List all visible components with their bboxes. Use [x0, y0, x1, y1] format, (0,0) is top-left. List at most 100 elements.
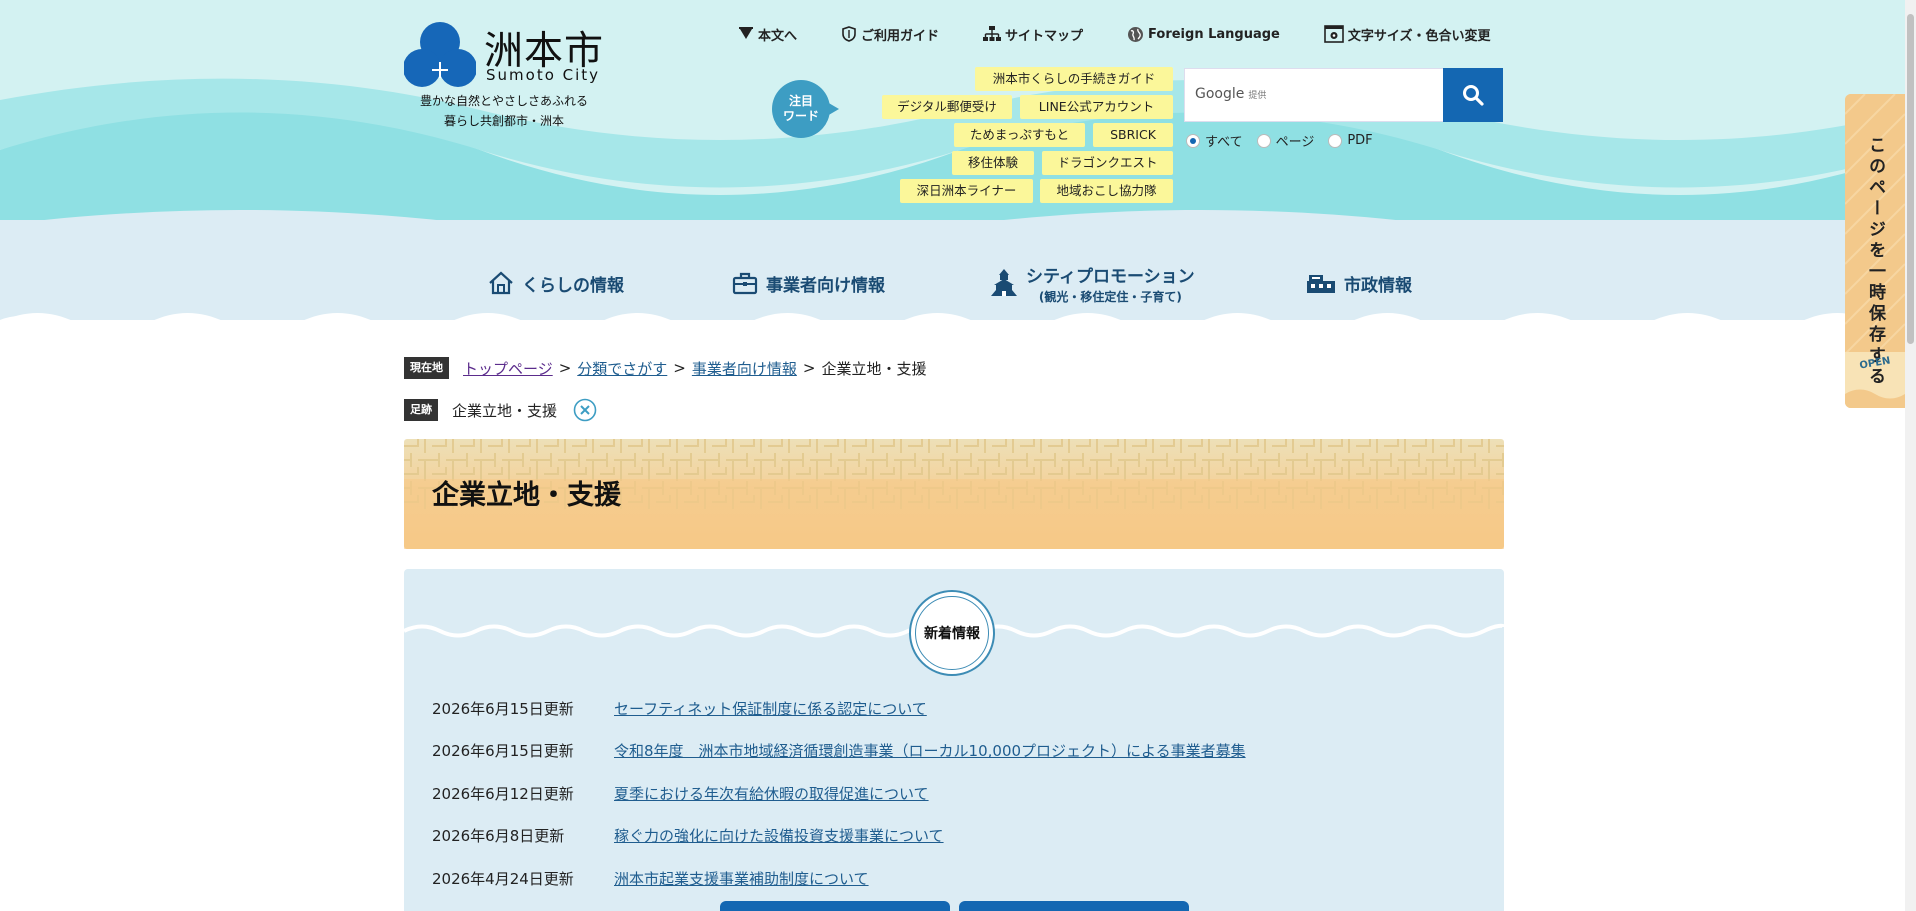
- news-heading-badge: 新着情報: [909, 590, 995, 676]
- attention-tag[interactable]: ためまっぷすもと: [954, 123, 1085, 147]
- sitemap-link[interactable]: サイトマップ: [983, 25, 1083, 44]
- nav-business-info[interactable]: 事業者向け情報: [732, 258, 885, 308]
- site-catchphrase-line2: 暮らし共創都市・洲本: [444, 114, 565, 128]
- attention-tag[interactable]: 深日洲本ライナー: [900, 179, 1033, 203]
- save-page-label: このページを一時保存する: [1865, 136, 1885, 388]
- nav-business-info-label: 事業者向け情報: [766, 275, 885, 296]
- search-scope-options: すべて ページ PDF: [1186, 131, 1387, 150]
- page-scrollbar-thumb[interactable]: [1907, 14, 1914, 344]
- site-catchphrase-line1: 豊かな自然とやさしさあふれる: [420, 94, 589, 108]
- news-link[interactable]: 稼ぐ力の強化に向けた設備投資支援事業について: [614, 825, 944, 846]
- castle-icon: [991, 269, 1017, 296]
- news-date: 2026年6月15日更新: [432, 742, 574, 761]
- sitemap-icon: [983, 26, 1002, 41]
- briefcase-icon: [732, 272, 758, 295]
- radio-indicator: [1328, 133, 1343, 148]
- news-list: 2026年6月15日更新 セーフティネット保証制度に係る認定について 2026年…: [432, 687, 1246, 900]
- news-link[interactable]: 夏季における年次有給休暇の取得促進について: [614, 783, 929, 804]
- city-hall-icon: [1307, 275, 1335, 293]
- news-rss-button[interactable]: [959, 901, 1189, 911]
- news-item: 2026年6月15日更新 セーフティネット保証制度に係る認定について: [432, 687, 1246, 730]
- news-more-button[interactable]: [720, 901, 950, 911]
- nav-living-info-label: くらしの情報: [522, 275, 624, 296]
- foreign-language-label: Foreign Language: [1148, 26, 1280, 42]
- breadcrumb: 現在地 トップページ > 分類でさがす > 事業者向け情報 > 企業立地・支援: [404, 356, 926, 380]
- sitemap-label: サイトマップ: [1005, 28, 1084, 44]
- breadcrumb-link-top[interactable]: トップページ: [463, 358, 553, 379]
- attention-tag[interactable]: ドラゴンクエスト: [1042, 151, 1173, 175]
- sumoto-logo-mark-icon: [404, 22, 476, 87]
- news-date: 2026年4月24日更新: [432, 869, 574, 888]
- attention-tag[interactable]: LINE公式アカウント: [1020, 95, 1173, 119]
- attention-tag[interactable]: 移住体験: [952, 151, 1034, 175]
- news-item: 2026年6月12日更新 夏季における年次有給休暇の取得促進について: [432, 772, 1246, 815]
- usage-guide-label: ご利用ガイド: [861, 28, 940, 44]
- nav-city-promotion[interactable]: シティプロモーション (観光・移住定住・子育て): [990, 258, 1195, 308]
- search-input[interactable]: [1185, 69, 1443, 121]
- search-scope-page-radio[interactable]: ページ: [1256, 131, 1315, 150]
- skip-to-content-link[interactable]: 本文へ: [738, 25, 797, 44]
- footprint-remove-button[interactable]: [573, 398, 597, 422]
- radio-indicator: [1186, 133, 1200, 148]
- breadcrumb-current: 企業立地・支援: [821, 359, 927, 378]
- attention-bubble-tail: [827, 102, 839, 116]
- breadcrumb-badge: 現在地: [404, 357, 449, 379]
- news-link[interactable]: 令和8年度 洲本市地域経済循環創造事業（ローカル10,000プロジェクト）による…: [614, 740, 1246, 761]
- news-date: 2026年6月12日更新: [432, 784, 574, 803]
- news-link[interactable]: セーフティネット保証制度に係る認定について: [614, 698, 927, 719]
- guide-icon: [842, 26, 856, 42]
- attention-tag[interactable]: 地域おこし協力隊: [1040, 179, 1173, 203]
- news-item: 2026年6月15日更新 令和8年度 洲本市地域経済循環創造事業（ローカル10,…: [432, 730, 1246, 773]
- search-scope-page-label: ページ: [1275, 135, 1315, 150]
- nav-city-promotion-sublabel: (観光・移住定住・子育て): [1038, 289, 1182, 304]
- attention-tag[interactable]: SBRICK: [1093, 123, 1173, 147]
- close-icon: [573, 398, 597, 422]
- nav-living-info[interactable]: くらしの情報: [488, 258, 624, 308]
- site-header: 洲本市 Sumoto City 豊かな自然とやさしさあふれる 暮らし共創都市・洲…: [0, 0, 1916, 340]
- display-settings-icon: [1324, 25, 1344, 43]
- breadcrumb-link-business[interactable]: 事業者向け情報: [692, 358, 797, 379]
- skip-to-content-label: 本文へ: [758, 28, 798, 44]
- search-button[interactable]: [1443, 68, 1503, 122]
- search-scope-pdf-label: PDF: [1347, 133, 1373, 148]
- attention-tag[interactable]: デジタル郵便受け: [882, 95, 1012, 119]
- attention-label-line1: 注目: [788, 94, 813, 108]
- news-item: 2026年6月8日更新 稼ぐ力の強化に向けた設備投資支援事業について: [432, 815, 1246, 858]
- page-title-banner: 企業立地・支援: [404, 439, 1504, 549]
- search-scope-pdf-radio[interactable]: PDF: [1328, 133, 1373, 148]
- attention-tag[interactable]: 洲本市くらしの手続きガイド: [975, 67, 1173, 91]
- footprint-item[interactable]: 企業立地・支援: [452, 400, 557, 421]
- nav-city-administration[interactable]: 市政情報: [1306, 258, 1412, 308]
- house-icon: [489, 271, 513, 295]
- attention-circle: 注目 ワード: [772, 80, 830, 138]
- page-title: 企業立地・支援: [432, 480, 621, 511]
- radio-indicator: [1256, 133, 1271, 148]
- nav-city-administration-label: 市政情報: [1344, 275, 1412, 296]
- site-search-box: Google 提供: [1184, 68, 1444, 122]
- utility-nav: 本文へ ご利用ガイド サイトマップ Foreign Language 文字サイズ…: [738, 22, 1491, 46]
- arrow-down-icon: [739, 27, 753, 39]
- news-item: 2026年4月24日更新 洲本市起業支援事業補助制度について: [432, 857, 1246, 900]
- main-nav: くらしの情報 事業者向け情報 シティプロモーション (観光・移住定住・子育て) …: [0, 258, 1916, 308]
- attention-words-badge: 注目 ワード: [772, 80, 844, 138]
- news-date: 2026年6月15日更新: [432, 699, 574, 718]
- news-heading: 新着情報: [915, 596, 989, 670]
- display-settings-link[interactable]: 文字サイズ・色合い変更: [1324, 25, 1491, 44]
- breadcrumb-link-category[interactable]: 分類でさがす: [577, 358, 667, 379]
- display-settings-label: 文字サイズ・色合い変更: [1347, 28, 1491, 44]
- globe-icon: [1128, 26, 1144, 42]
- usage-guide-link[interactable]: ご利用ガイド: [841, 25, 939, 44]
- nav-city-promotion-label: シティプロモーション: [1026, 266, 1195, 287]
- footprint: 足跡 企業立地・支援: [404, 398, 597, 422]
- save-page-side-tab[interactable]: このページを一時保存する OPEN: [1845, 94, 1905, 408]
- search-icon: [1463, 85, 1484, 106]
- news-section: 新着情報 2026年6月15日更新 セーフティネット保証制度に係る認定について …: [404, 569, 1504, 911]
- site-subtitle: Sumoto City: [486, 66, 601, 84]
- site-logo[interactable]: 洲本市 Sumoto City 豊かな自然とやさしさあふれる 暮らし共創都市・洲…: [404, 20, 604, 130]
- breadcrumb-separator: >: [802, 359, 816, 377]
- search-scope-all-radio[interactable]: すべて: [1186, 131, 1243, 150]
- footprint-badge: 足跡: [404, 399, 438, 421]
- news-link[interactable]: 洲本市起業支援事業補助制度について: [614, 868, 869, 889]
- foreign-language-link[interactable]: Foreign Language: [1127, 26, 1280, 43]
- news-date: 2026年6月8日更新: [432, 827, 565, 846]
